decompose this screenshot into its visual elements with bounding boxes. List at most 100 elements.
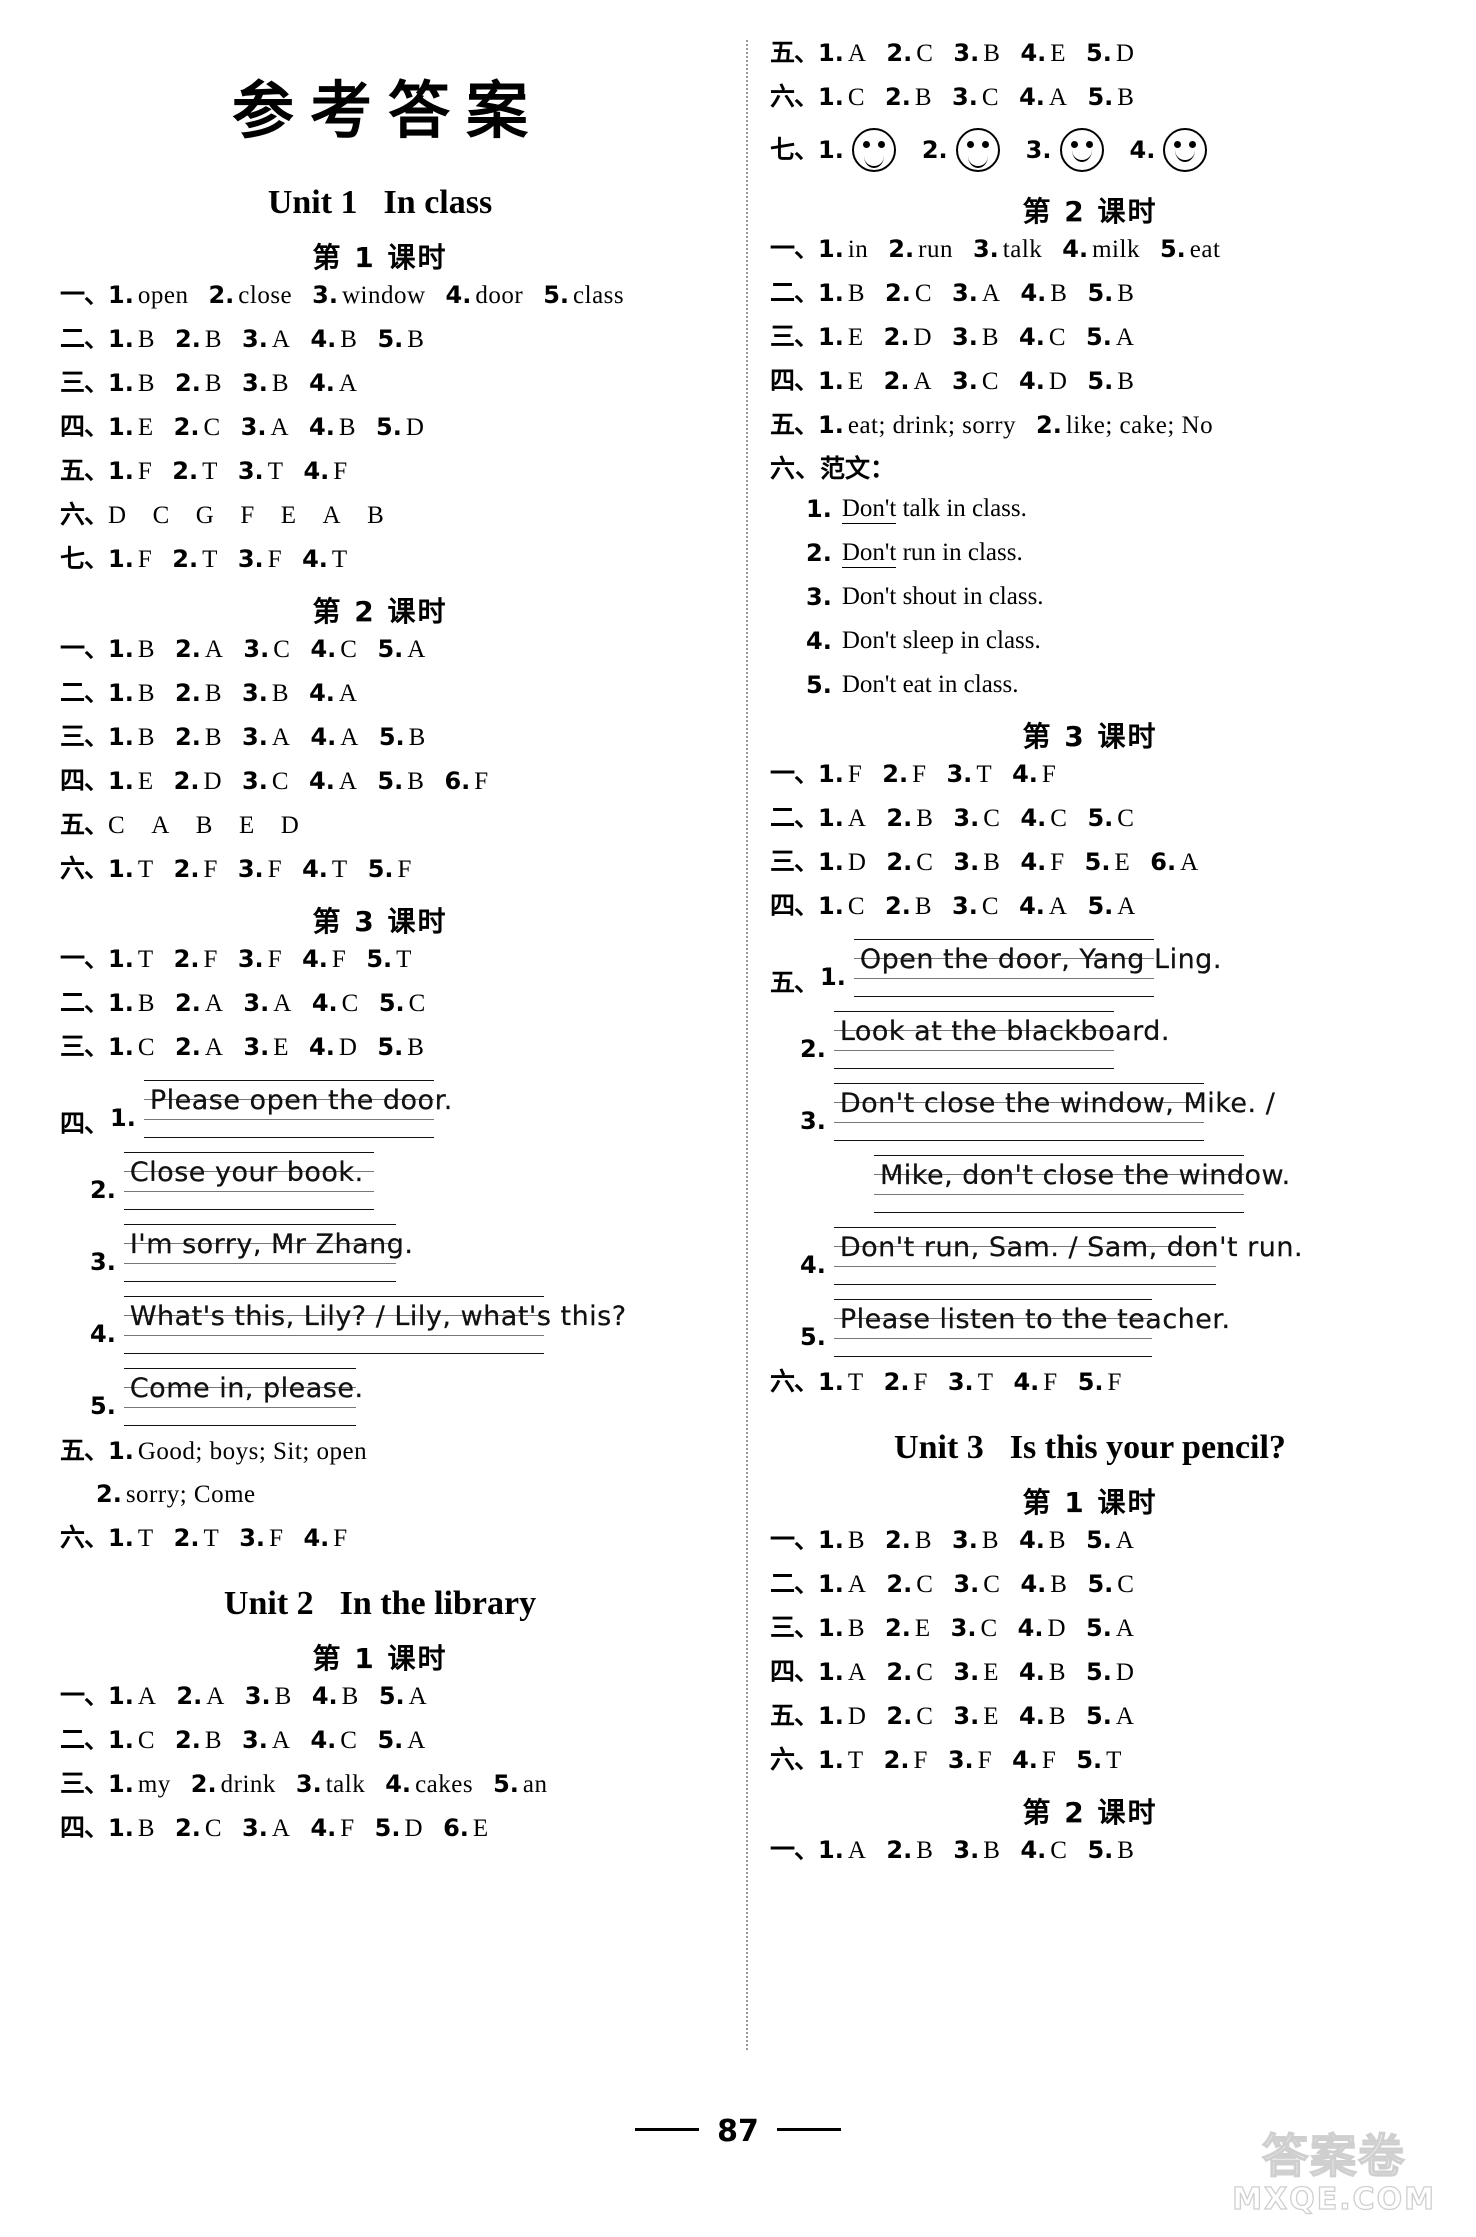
answer-value: A [1048, 893, 1068, 920]
answer-value: A [847, 805, 867, 832]
section-number: 四、 [60, 1109, 109, 1138]
answer-row: 二、 1. B 2. C 3. A 4. B 5. B [770, 280, 1410, 306]
question-number: 1. [108, 723, 134, 751]
answer-item: 1. in [818, 237, 868, 262]
question-number: 5. [377, 635, 404, 663]
answer-item: 2. B [175, 371, 222, 396]
question-number: 5. [377, 1726, 404, 1754]
essay-sentence-row: 4. Don't sleep in class. [770, 627, 1410, 655]
answer-row: 二、 1. B 2. B 3. A 4. B 5. B [60, 326, 700, 352]
answer-value: F [267, 856, 283, 883]
answer-value: B [916, 805, 934, 832]
answer-value: D [847, 1703, 867, 1730]
writing-grid: Mike, don't close the window. [874, 1153, 1291, 1215]
section-number: 一、 [60, 634, 109, 663]
section-number: 一、 [60, 280, 109, 309]
answer-value: C [983, 805, 1001, 832]
answer-value: C [273, 636, 291, 663]
question-number: 2. [886, 804, 913, 832]
answer-value: F [397, 856, 412, 883]
question-number: 5. [377, 767, 404, 795]
answer-row: 三、 1. E 2. D 3. B 4. C 5. A [770, 324, 1410, 350]
answer-value: B [137, 636, 156, 663]
answer-item: 2. B [885, 894, 932, 919]
question-number: 1. [818, 83, 844, 111]
answer-item: 5. B [377, 1035, 424, 1060]
answer-value: F [977, 1747, 993, 1774]
question-number: 1. [108, 1437, 134, 1465]
question-number: 5. [1086, 1702, 1112, 1730]
answer-value: B [1050, 1571, 1068, 1598]
writing-grid: Please open the door. [143, 1078, 452, 1140]
answer-item: 3. F [238, 857, 282, 882]
handwritten-answer-row: 5. Please listen to the teacher. [770, 1297, 1410, 1359]
answer-item: 5. D [1086, 1660, 1134, 1685]
section-number: 四、 [770, 891, 819, 920]
answer-item: 4. F [1020, 850, 1064, 875]
answer-row: 一、 1. B 2. A 3. C 4. C 5. A [60, 636, 700, 662]
answer-value: E [273, 1034, 290, 1061]
answer-value: F [913, 1369, 928, 1396]
answer-value: D [280, 812, 300, 839]
answer-sequence: DCGFEAB [108, 503, 384, 528]
sad-face-icon [851, 128, 896, 172]
question-number: 4. [309, 413, 335, 441]
question-number: 2. [175, 325, 201, 353]
answer-value: A [204, 1034, 224, 1061]
section-number: 六、 [60, 500, 109, 529]
answer-item: 2. C [174, 415, 221, 440]
question-number: 1. [108, 635, 134, 663]
answer-value: A [981, 280, 1001, 307]
question-number: 5. [1087, 367, 1114, 395]
essay-label-row: 六、范文： [770, 456, 1410, 481]
answer-item: 2. C [886, 1572, 933, 1597]
section-number: 三、 [770, 322, 819, 351]
answer-value: D [338, 1034, 358, 1061]
answer-item: 1. E [818, 325, 864, 350]
answer-value: F [913, 1747, 928, 1774]
question-number: 5. [378, 723, 405, 751]
answer-value: B [1117, 1837, 1135, 1864]
section-number: 五、 [770, 1701, 819, 1730]
question-number: 4. [303, 1524, 330, 1552]
question-number: 1. [818, 892, 844, 920]
answer-item: 6. E [443, 1816, 489, 1841]
essay-sentence-row: 5. Don't eat in class. [770, 671, 1410, 699]
writing-grid: Open the door, Yang Ling. [853, 937, 1222, 999]
writing-grid: Look at the blackboard. [833, 1009, 1170, 1071]
answer-item: 2. A [175, 637, 223, 662]
answer-item: 4. T [302, 857, 348, 882]
answer-value: A [847, 1837, 867, 1864]
answer-item: 4. B [1019, 1704, 1066, 1729]
answer-value: G [195, 502, 215, 529]
answer-item: 5. B [377, 769, 424, 794]
answer-item: 1. B [108, 371, 155, 396]
answer-value: C [980, 1615, 998, 1642]
answer-item: 3. B [245, 1684, 292, 1709]
answer-item: 5. D [1086, 41, 1134, 66]
answer-value: eat; drink; sorry [847, 412, 1017, 439]
answer-value: A [407, 636, 426, 663]
question-number: 4. [303, 457, 330, 485]
question-number: 5. [543, 281, 570, 309]
section-number: 一、 [770, 234, 819, 263]
question-number: 4. [302, 545, 328, 573]
answer-item: 4. F [302, 947, 346, 972]
answer-value: B [981, 324, 1000, 351]
answer-row: 五、 1. Good; boys; Sit; open [60, 1438, 700, 1464]
answer-value: B [916, 1837, 934, 1864]
question-number: 5. [376, 413, 402, 441]
answer-value: A [408, 1683, 428, 1710]
handwritten-text: I'm sorry, Mr Zhang. [129, 1229, 414, 1260]
question-number: 3. [800, 1107, 826, 1135]
question-number: 1. [108, 1726, 134, 1754]
answer-value: C [916, 849, 934, 876]
question-number: 2. [888, 235, 915, 263]
unit-heading-3: Unit 3 Is this your pencil? [770, 1429, 1410, 1467]
question-number: 2. [886, 1570, 913, 1598]
answer-item: 3. A [241, 415, 289, 440]
handwritten-text: Mike, don't close the window. [880, 1160, 1291, 1191]
answer-value: D [404, 1815, 424, 1842]
question-number: 1. [818, 1614, 844, 1642]
section-number: 六、 [60, 1523, 109, 1552]
